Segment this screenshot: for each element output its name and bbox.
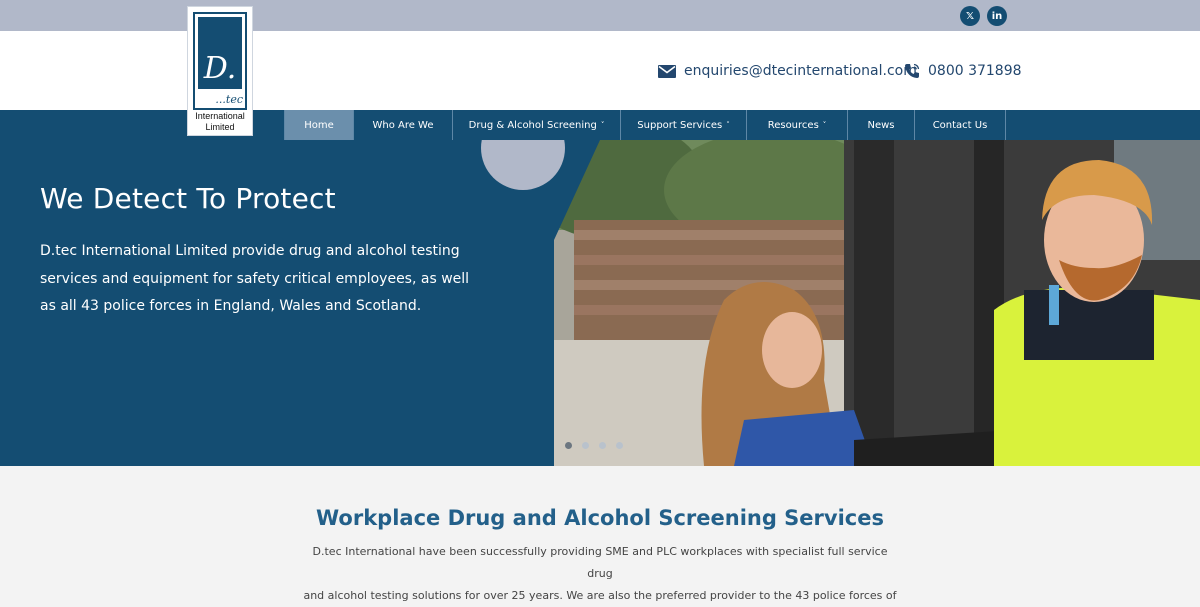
nav-support-services[interactable]: Support Services ˅ xyxy=(621,110,747,140)
nav-drug-alcohol-screening-label: Drug & Alcohol Screening xyxy=(468,119,597,131)
nav-contact-us-label: Contact Us xyxy=(932,119,988,131)
nav-home[interactable]: Home xyxy=(285,110,354,140)
phone-link[interactable]: 0800 371898 xyxy=(928,63,1022,79)
nav-who-are-we-label: Who Are We xyxy=(372,119,434,131)
site-logo[interactable]: D. ...tec International Limited xyxy=(187,6,253,136)
nav-news-label: News xyxy=(867,119,895,131)
logo-tec: ...tec xyxy=(215,93,243,106)
nav-resources-label: Resources xyxy=(767,119,819,131)
linkedin-icon[interactable]: in xyxy=(987,6,1007,26)
hero-description: D.tec International Limited provide drug… xyxy=(40,243,470,314)
logo-line-1: International xyxy=(195,111,245,121)
nav-support-services-label: Support Services xyxy=(637,119,723,131)
section-intro: D.tec International have been successful… xyxy=(300,541,900,607)
top-bar: 𝕏 in xyxy=(0,0,1200,31)
logo-line-2: Limited xyxy=(205,122,235,132)
section-intro-line-2: and alcohol testing solutions for over 2… xyxy=(303,589,897,602)
x-icon[interactable]: 𝕏 xyxy=(960,6,980,26)
slider-dot-1[interactable] xyxy=(565,442,572,449)
nav-news[interactable]: News xyxy=(848,110,915,140)
hero-title: We Detect To Protect xyxy=(40,182,336,215)
nav-who-are-we[interactable]: Who Are We xyxy=(354,110,453,140)
chevron-down-icon: ˅ xyxy=(822,121,827,129)
slider-dot-4[interactable] xyxy=(616,442,623,449)
slider-dot-3[interactable] xyxy=(599,442,606,449)
chevron-down-icon: ˅ xyxy=(726,121,730,129)
nav-resources[interactable]: Resources ˅ xyxy=(747,110,848,140)
main-navbar: Home Who Are We Drug & Alcohol Screening… xyxy=(0,110,1200,140)
email-link[interactable]: enquiries@dtecinternational.com xyxy=(684,63,917,79)
nav-contact-us[interactable]: Contact Us xyxy=(915,110,1006,140)
nav-drug-alcohol-screening[interactable]: Drug & Alcohol Screening ˅ xyxy=(453,110,621,140)
slider-dots xyxy=(565,442,623,449)
logo-text: International Limited xyxy=(188,111,252,133)
hero-slider: We Detect To Protect D.tec International… xyxy=(0,140,1200,466)
main-nav: Home Who Are We Drug & Alcohol Screening… xyxy=(284,110,1006,140)
slider-dot-2[interactable] xyxy=(582,442,589,449)
logo-mark: D. xyxy=(198,17,242,89)
logo-frame: D. ...tec xyxy=(193,12,247,110)
section-intro-line-1: D.tec International have been successful… xyxy=(312,545,888,580)
envelope-icon xyxy=(658,64,676,78)
phone-icon xyxy=(905,63,920,78)
hero-photo xyxy=(554,140,1200,466)
chevron-down-icon: ˅ xyxy=(600,121,605,129)
nav-home-label: Home xyxy=(304,119,334,131)
email-contact[interactable]: enquiries@dtecinternational.com xyxy=(658,63,917,79)
phone-contact[interactable]: 0800 371898 xyxy=(904,63,1022,79)
section-heading: Workplace Drug and Alcohol Screening Ser… xyxy=(316,506,884,530)
